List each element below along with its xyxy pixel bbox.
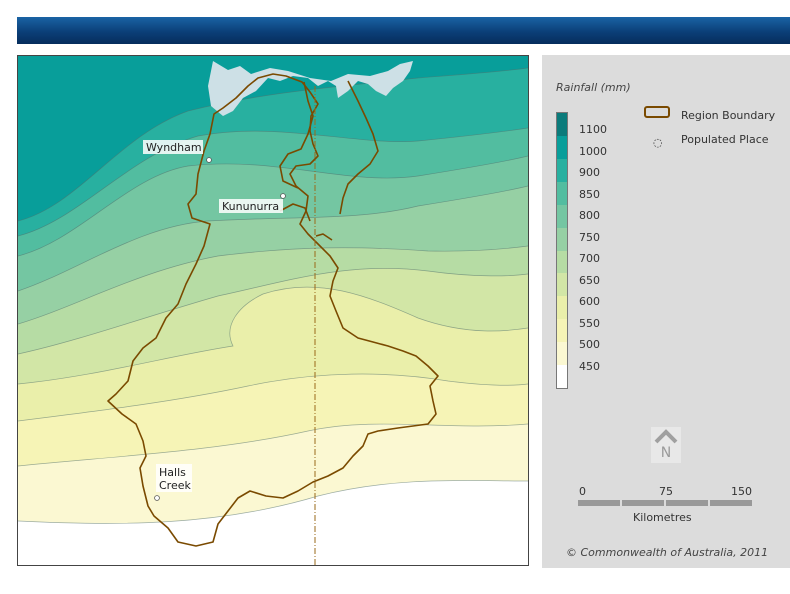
place-label-wyndham: Wyndham	[146, 141, 202, 154]
scale-label-500: 500	[579, 338, 600, 351]
scale-swatch-450	[557, 365, 567, 389]
scale-label-650: 650	[579, 273, 600, 287]
scale-label-700: 700	[579, 252, 600, 265]
scale-label-600: 600	[579, 295, 600, 308]
scale-label-900: 900	[579, 166, 600, 179]
populated-place-label: Populated Place	[681, 133, 769, 146]
place-label-creek: Creek	[159, 479, 191, 492]
scale-label-1000: 1000	[579, 144, 607, 158]
scale-label-1100: 1100	[579, 123, 607, 136]
scale-label-550: 550	[579, 316, 600, 330]
scale-label-850: 850	[579, 187, 600, 201]
scale-swatch-600	[557, 296, 567, 320]
place-label-kununurra: Kununurra	[222, 200, 279, 213]
scale-swatch-1100	[557, 113, 567, 137]
place-label-halls: Halls	[159, 466, 186, 479]
north-letter: N	[660, 445, 672, 461]
scale-swatch-750	[557, 227, 567, 251]
scale-segment	[578, 500, 620, 506]
scale-segment	[622, 500, 664, 506]
scale-swatch-700	[557, 250, 567, 274]
populated-place-icon	[154, 495, 160, 501]
scale-tick-150: 150	[731, 485, 752, 498]
region-boundary-label: Region Boundary	[681, 109, 776, 122]
legend-panel: Rainfall (mm) 1100 1000 900 850 800 750 700 650…	[542, 55, 790, 568]
header-banner	[17, 17, 790, 44]
scale-swatch-500	[557, 342, 567, 366]
north-arrow-icon: N	[651, 427, 681, 463]
legend-title: Rainfall (mm)	[556, 81, 631, 94]
map-view[interactable]: Wyndham Kununurra Halls Creek	[17, 55, 529, 566]
scale-label-750: 750	[579, 230, 600, 244]
scale-swatch-800	[557, 204, 567, 229]
populated-place-icon	[206, 157, 212, 163]
populated-place-icon: ◌	[653, 136, 663, 149]
scale-swatch-850	[557, 181, 567, 206]
rainfall-map[interactable]: Wyndham Kununurra Halls Creek	[18, 56, 528, 565]
region-boundary-swatch	[644, 106, 670, 118]
north-chevron	[654, 429, 678, 444]
scale-segment	[666, 500, 708, 506]
scale-label-800: 800	[579, 209, 600, 222]
scale-segment	[710, 500, 752, 506]
scale-label-450: 450	[579, 359, 600, 373]
scale-swatch-650	[557, 273, 567, 297]
rainfall-scale-bar	[556, 112, 568, 389]
copyright: © Commonwealth of Australia, 2011	[566, 546, 769, 559]
scale-tick-0: 0	[579, 485, 586, 498]
scale-unit: Kilometres	[633, 511, 692, 524]
scale-swatch-550	[557, 319, 567, 343]
populated-place-icon	[280, 193, 286, 199]
scale-tick-75: 75	[659, 485, 673, 498]
scale-swatch-900	[557, 158, 567, 183]
scale-swatch-1000	[557, 135, 567, 160]
